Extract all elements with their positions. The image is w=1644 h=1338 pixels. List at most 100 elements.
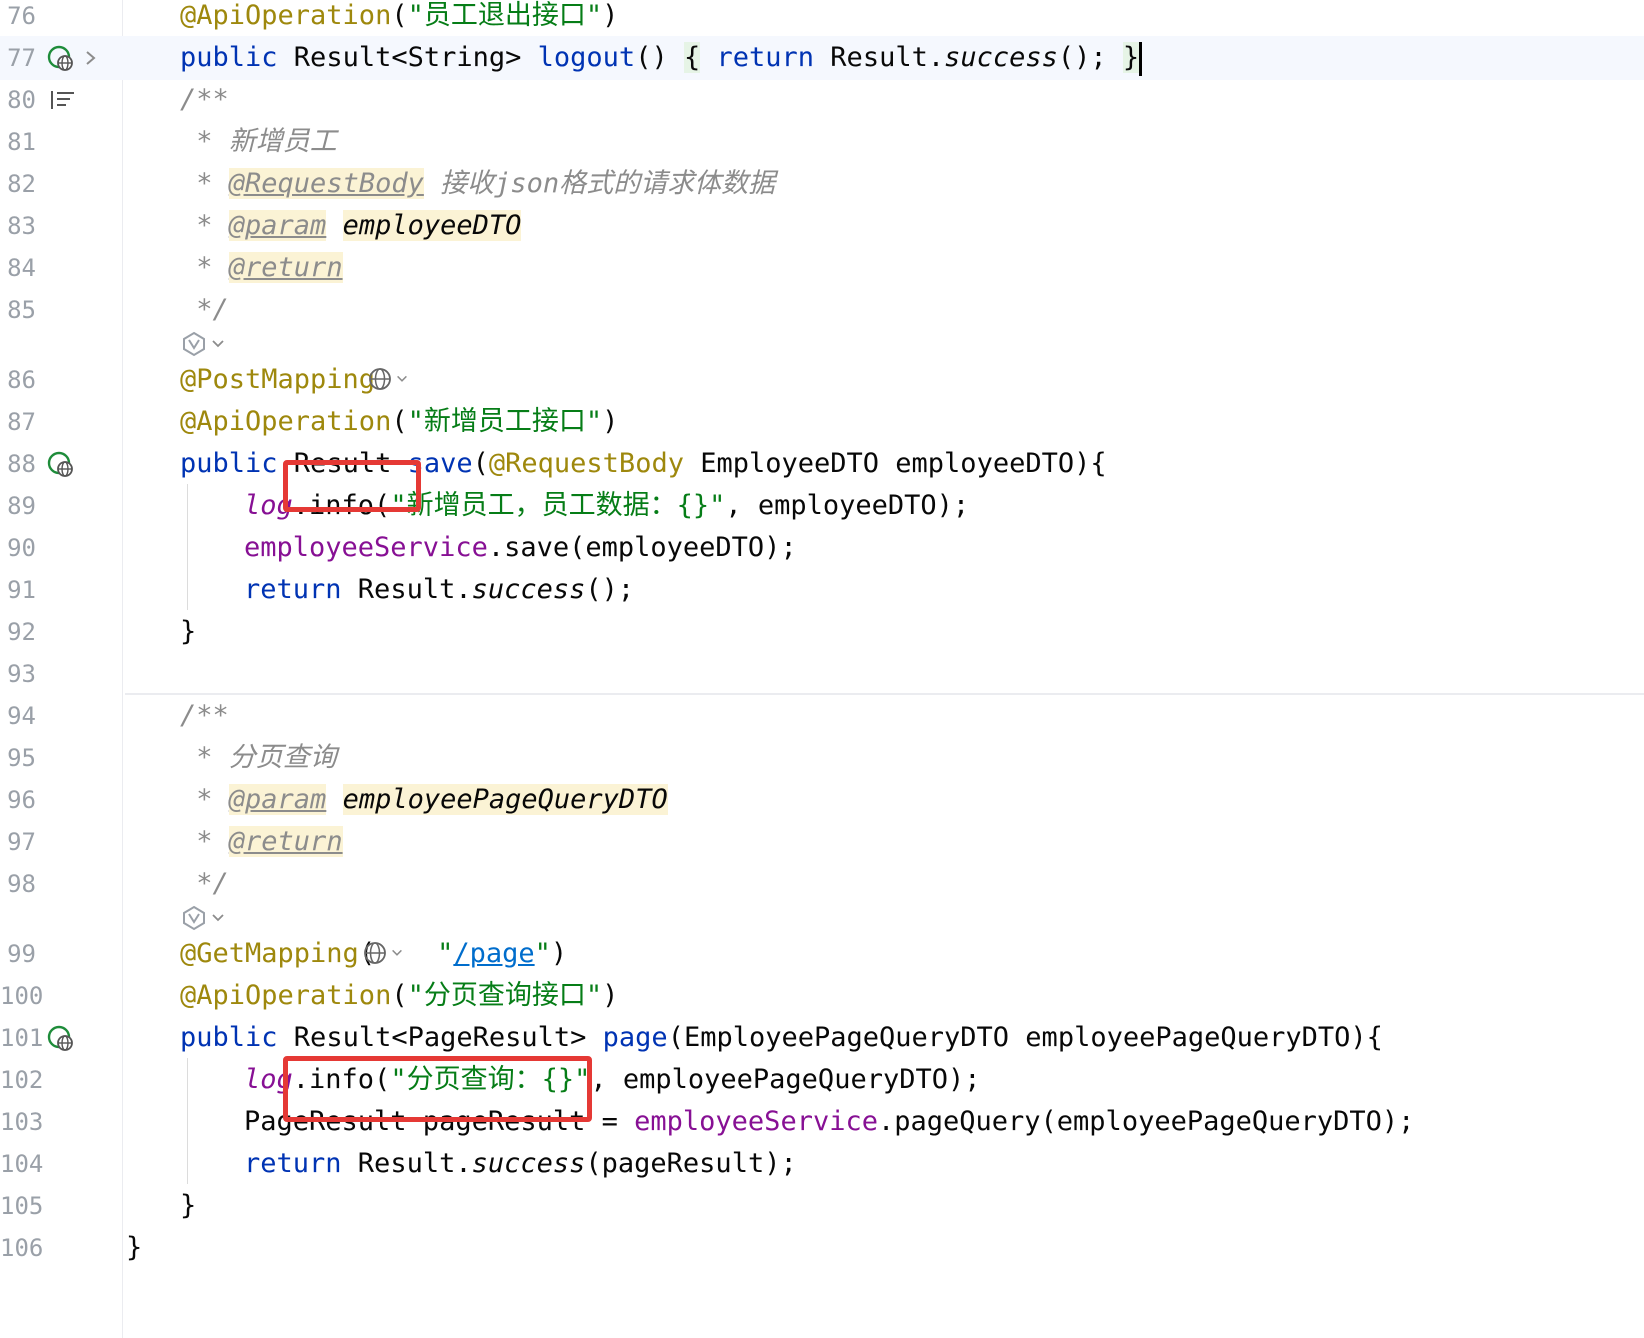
text-cursor xyxy=(1139,41,1143,76)
code-text[interactable]: employeeService.save(employeeDTO); xyxy=(244,526,797,570)
line-number: 96 xyxy=(7,786,36,814)
code-text[interactable]: * @return xyxy=(180,246,343,290)
code-text[interactable]: } xyxy=(180,1184,196,1228)
code-text[interactable]: */ xyxy=(180,288,229,332)
line-number: 98 xyxy=(7,870,36,898)
line-number: 92 xyxy=(7,618,36,646)
code-text[interactable]: * @RequestBody 接收json格式的请求体数据 xyxy=(180,162,775,206)
line-number: 89 xyxy=(7,492,36,520)
line-number: 84 xyxy=(7,254,36,282)
code-text[interactable]: * 分页查询 xyxy=(180,736,337,780)
code-text[interactable]: * @return xyxy=(180,820,343,864)
code-text[interactable]: public Result<PageResult> page(EmployeeP… xyxy=(180,1016,1383,1060)
code-text[interactable]: * @param employeeDTO xyxy=(180,204,522,248)
line-number: 105 xyxy=(0,1192,44,1220)
code-line: 93 xyxy=(0,652,1644,696)
code-line-current: 77 public Result<String> logout() { retu… xyxy=(0,36,1644,80)
bookmark-list-icon[interactable] xyxy=(48,85,78,115)
code-line: 90 employeeService.save(employeeDTO); xyxy=(0,526,1644,570)
code-line: 105 } xyxy=(0,1184,1644,1228)
line-number: 102 xyxy=(0,1066,44,1094)
code-line: 92 } xyxy=(0,610,1644,654)
code-text[interactable]: return Result.success(); xyxy=(244,568,634,612)
line-number: 77 xyxy=(7,44,36,72)
line-number: 87 xyxy=(7,408,36,436)
code-line: 98 */ xyxy=(0,862,1644,906)
highlight-box-result xyxy=(283,460,421,512)
code-text[interactable]: @ApiOperation("新增员工接口") xyxy=(180,400,618,444)
chevron-down-icon xyxy=(212,340,224,348)
code-text[interactable]: * @param employeePageQueryDTO xyxy=(180,778,668,822)
code-line: 96 * @param employeePageQueryDTO xyxy=(0,778,1644,822)
chevron-down-icon xyxy=(397,375,407,382)
code-text[interactable]: /** xyxy=(180,78,229,122)
chevron-down-icon xyxy=(212,914,224,922)
web-endpoint-run-icon[interactable] xyxy=(46,1023,76,1053)
line-number: 86 xyxy=(7,366,36,394)
code-line: 84 * @return xyxy=(0,246,1644,290)
code-text[interactable]: } xyxy=(180,610,196,654)
line-number: 80 xyxy=(7,86,36,114)
code-line: 101 public Result<PageResult> page(Emplo… xyxy=(0,1016,1644,1060)
code-text[interactable]: } xyxy=(126,1226,142,1270)
chevron-right-icon[interactable] xyxy=(82,43,100,73)
indent-guide xyxy=(187,1058,188,1184)
ai-assistant-inlay[interactable] xyxy=(180,904,226,932)
code-text[interactable]: @PostMapping xyxy=(180,358,375,402)
code-line: 80 /** xyxy=(0,78,1644,122)
line-number: 97 xyxy=(7,828,36,856)
globe-icon xyxy=(369,368,391,390)
code-line: 87 @ApiOperation("新增员工接口") xyxy=(0,400,1644,444)
code-text[interactable]: */ xyxy=(180,862,229,906)
web-endpoint-run-icon[interactable] xyxy=(46,43,76,73)
globe-inlay[interactable] xyxy=(362,940,404,966)
code-text[interactable]: @ApiOperation("员工退出接口") xyxy=(180,0,618,38)
code-line: 97 * @return xyxy=(0,820,1644,864)
line-number: 99 xyxy=(7,940,36,968)
indent-guide xyxy=(187,484,188,610)
code-text[interactable]: public Result<String> logout() { return … xyxy=(180,36,1143,80)
code-line: 95 * 分页查询 xyxy=(0,736,1644,780)
code-line: 88 public Result save(@RequestBody Emplo… xyxy=(0,442,1644,486)
line-number: 104 xyxy=(0,1150,44,1178)
code-line: 76 @ApiOperation("员工退出接口") xyxy=(0,0,1644,38)
code-line: 91 return Result.success(); xyxy=(0,568,1644,612)
code-line: 85 */ xyxy=(0,288,1644,332)
line-number: 83 xyxy=(7,212,36,240)
line-number: 91 xyxy=(7,576,36,604)
code-text[interactable]: /** xyxy=(180,694,229,738)
web-endpoint-run-icon[interactable] xyxy=(46,449,76,479)
code-line: 81 * 新增员工 xyxy=(0,120,1644,164)
line-number: 103 xyxy=(0,1108,44,1136)
line-number: 85 xyxy=(7,296,36,324)
code-text[interactable]: return Result.success(pageResult); xyxy=(244,1142,797,1186)
line-number: 88 xyxy=(7,450,36,478)
globe-inlay[interactable] xyxy=(367,366,409,392)
code-line: 83 * @param employeeDTO xyxy=(0,204,1644,248)
ai-assistant-inlay[interactable] xyxy=(180,330,226,358)
code-line: 89 log.info("新增员工，员工数据：{}", employeeDTO)… xyxy=(0,484,1644,528)
ai-assistant-icon xyxy=(183,905,205,931)
line-number: 95 xyxy=(7,744,36,772)
code-line: 100 @ApiOperation("分页查询接口") xyxy=(0,974,1644,1018)
code-line: 103 PageResult pageResult = employeeServ… xyxy=(0,1100,1644,1144)
code-line: 82 * @RequestBody 接收json格式的请求体数据 xyxy=(0,162,1644,206)
code-line: 86 @PostMapping xyxy=(0,358,1644,402)
ai-assistant-icon xyxy=(183,331,205,357)
highlight-box-result-pageresult xyxy=(283,1056,592,1122)
line-number: 93 xyxy=(7,660,36,688)
line-number: 76 xyxy=(7,2,36,30)
code-line: 106 } xyxy=(0,1226,1644,1270)
line-number: 82 xyxy=(7,170,36,198)
line-number: 90 xyxy=(7,534,36,562)
globe-icon xyxy=(364,942,386,964)
line-number: 101 xyxy=(0,1024,44,1052)
code-line: 94 /** xyxy=(0,694,1644,738)
code-text[interactable]: @ApiOperation("分页查询接口") xyxy=(180,974,618,1018)
code-text[interactable]: * 新增员工 xyxy=(180,120,337,164)
line-number: 100 xyxy=(0,982,44,1010)
line-number: 81 xyxy=(7,128,36,156)
code-line: 104 return Result.success(pageResult); xyxy=(0,1142,1644,1186)
line-number: 106 xyxy=(0,1234,44,1262)
code-line: 102 log.info("分页查询：{}", employeePageQuer… xyxy=(0,1058,1644,1102)
